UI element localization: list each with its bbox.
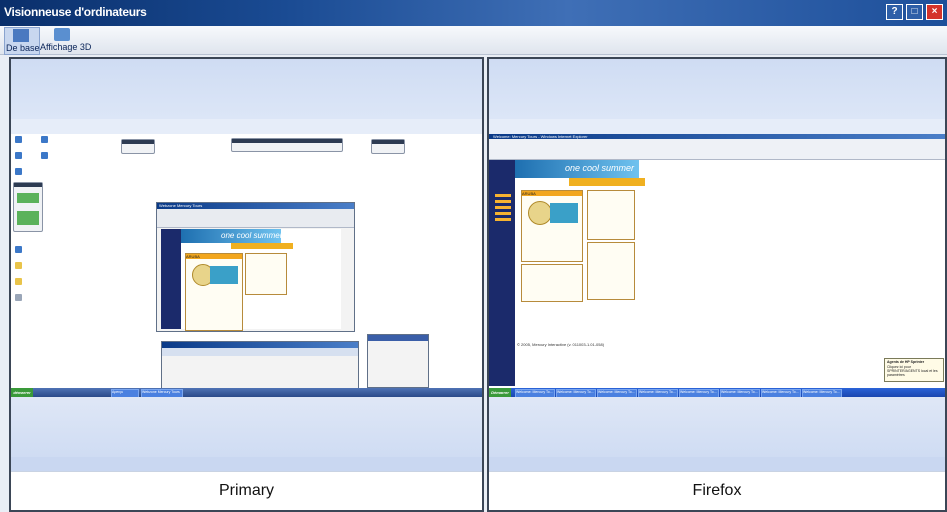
signin-box xyxy=(245,253,287,295)
panel-bottom-band xyxy=(11,397,482,457)
gadget-bar xyxy=(17,211,39,225)
title-bar: Visionneuse d'ordinateurs ? □ × xyxy=(0,0,947,26)
desktop-icon xyxy=(15,246,22,253)
desktop-icon xyxy=(41,152,48,159)
links-box xyxy=(587,242,635,300)
taskbar: démarrer Aperçu Webzone Mercury Tours xyxy=(11,388,482,398)
site-banner: one cool summer xyxy=(181,229,283,243)
cd-image xyxy=(528,201,552,225)
copyright-text: © 2005, Mercury Interactive (v. 011003-1… xyxy=(517,342,605,347)
sidebar-gadget xyxy=(13,182,43,232)
3d-view-button[interactable]: Affichage 3D xyxy=(40,27,91,53)
maximize-button[interactable]: □ xyxy=(906,4,923,20)
promo-box-title: ARUBA xyxy=(522,191,582,196)
explorer-window xyxy=(161,341,359,391)
site-nav xyxy=(231,243,293,249)
browser-toolbar xyxy=(489,139,945,160)
3d-view-label: Affichage 3D xyxy=(40,42,92,52)
desktop-icon xyxy=(15,136,22,143)
browser-window-title: Webzone Mercury Tours xyxy=(159,203,203,208)
promo-box: ARUBA xyxy=(185,253,243,331)
notification-body: Cliquez ici pour SPRINTER/AGENTS local e… xyxy=(887,365,938,377)
toolbar-gadget xyxy=(231,138,343,152)
basic-view-label: De base xyxy=(6,43,40,53)
web-page: one cool summer ARUBA © 2005, Mercury In… xyxy=(489,160,649,388)
browser-window: Webzone Mercury Tours one cool summer AR… xyxy=(156,202,355,332)
notification-popup[interactable]: Agents de HP Sprinter Cliquez ici pour S… xyxy=(884,358,944,382)
screen-panel-firefox[interactable]: Welcome: Mercury Tours - Windows Interne… xyxy=(487,57,947,512)
site-sidebar xyxy=(161,253,181,329)
screen-thumbnail-primary[interactable]: Webzone Mercury Tours one cool summer AR… xyxy=(11,134,482,398)
screen-label-firefox: Firefox xyxy=(489,471,945,510)
destinations-box xyxy=(521,264,583,302)
promo-box: ARUBA xyxy=(521,190,583,262)
browser-toolbar xyxy=(157,209,354,228)
folder-icon xyxy=(15,262,22,269)
beach-image xyxy=(210,266,238,284)
signin-box xyxy=(587,190,635,240)
gadget-bar xyxy=(17,193,39,203)
site-logo-area xyxy=(161,229,181,253)
banner-text: one cool summer xyxy=(221,231,283,240)
panel-top-band xyxy=(489,59,945,119)
desktop-icon xyxy=(15,294,22,301)
panel-top-band xyxy=(11,59,482,119)
panel-top-band-light xyxy=(11,119,482,134)
site-banner: one cool summer xyxy=(515,160,639,178)
desktop-icon xyxy=(41,136,48,143)
site-sidebar xyxy=(489,190,515,386)
screen-label-primary: Primary xyxy=(11,471,482,510)
banner-text: one cool summer xyxy=(565,163,635,173)
view-toolbar: De base Affichage 3D xyxy=(0,26,947,55)
desktop-icon xyxy=(15,152,22,159)
start-button[interactable]: Démarrer xyxy=(489,388,511,397)
panel-bottom-band xyxy=(489,397,945,457)
site-logo-area xyxy=(489,160,515,190)
window-title: Visionneuse d'ordinateurs xyxy=(4,5,147,19)
close-button[interactable]: × xyxy=(926,4,943,20)
screen-thumbnail-firefox[interactable]: Welcome: Mercury Tours - Windows Interne… xyxy=(489,134,945,398)
promo-box-title: ARUBA xyxy=(186,254,242,259)
toolbar-gadget xyxy=(121,139,155,154)
taskbar: Démarrer Welcome: Mercury To... Welcome:… xyxy=(489,388,945,398)
window-controls: ? □ × xyxy=(886,4,943,20)
toolbar-gadget xyxy=(371,139,405,154)
site-nav xyxy=(569,178,645,186)
beach-image xyxy=(550,203,578,223)
monitor-3d-icon xyxy=(54,28,70,41)
panel-top-band-light xyxy=(489,119,945,134)
folder-icon xyxy=(15,278,22,285)
start-button[interactable]: démarrer xyxy=(11,388,33,397)
help-button[interactable]: ? xyxy=(886,4,903,20)
grid-icon xyxy=(13,29,29,42)
desktop-icon xyxy=(15,168,22,175)
basic-view-button[interactable]: De base xyxy=(4,27,40,55)
screen-panel-primary[interactable]: Webzone Mercury Tours one cool summer AR… xyxy=(9,57,484,512)
popup-window xyxy=(367,334,429,388)
web-page: one cool summer ARUBA xyxy=(161,229,341,331)
